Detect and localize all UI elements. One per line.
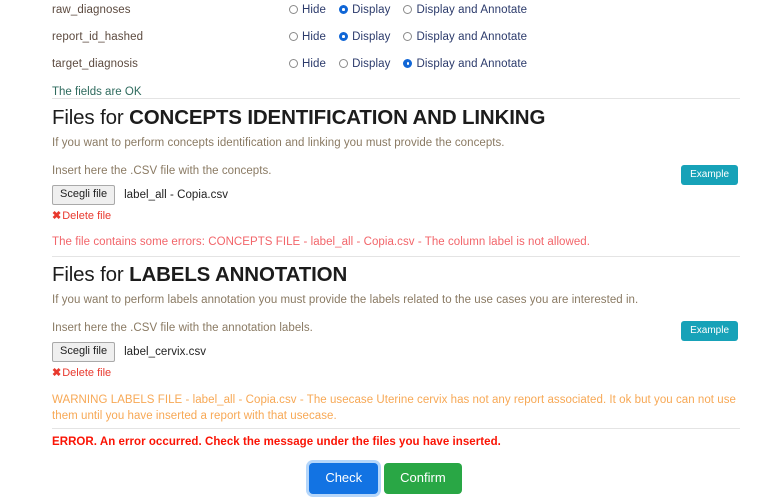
delete-file-label: Delete file xyxy=(62,366,112,379)
radio-option-display-and-annotate[interactable]: Display and Annotate xyxy=(403,31,527,43)
radio-label: Display xyxy=(352,30,391,43)
section-divider xyxy=(52,256,740,257)
delete-file-link[interactable]: ✖ Delete file xyxy=(0,366,771,380)
field-label: report_id_hashed xyxy=(52,30,144,43)
insert-file-label: Insert here the .CSV file with the conce… xyxy=(52,165,272,177)
radio-label: Hide xyxy=(302,57,327,70)
table-row: target_diagnosis Hide Display Display an… xyxy=(0,50,771,77)
footer-actions: Check Confirm xyxy=(0,463,771,494)
radio-indicator[interactable] xyxy=(339,5,349,14)
radio-option-hide[interactable]: Hide xyxy=(289,58,326,70)
table-row: report_id_hashed Hide Display Display an… xyxy=(0,23,771,50)
delete-file-label: Delete file xyxy=(62,209,112,222)
radio-label: Display and Annotate xyxy=(416,3,528,16)
radio-label: Hide xyxy=(302,3,327,16)
radio-label: Display and Annotate xyxy=(416,57,528,70)
labels-annotation-section: Files for LABELS ANNOTATION If you want … xyxy=(0,263,771,379)
table-row: raw_diagnoses Hide Display Display and A… xyxy=(0,0,771,23)
radio-option-display-and-annotate[interactable]: Display and Annotate xyxy=(403,4,527,16)
confirm-button[interactable]: Confirm xyxy=(384,463,462,494)
section-divider xyxy=(52,428,740,429)
radio-label: Display and Annotate xyxy=(416,30,528,43)
section-divider xyxy=(52,98,740,99)
section-description: If you want to perform labels annotation… xyxy=(52,294,639,306)
field-label: raw_diagnoses xyxy=(52,3,131,16)
radio-option-display-and-annotate[interactable]: Display and Annotate xyxy=(403,58,527,70)
radio-indicator[interactable] xyxy=(339,59,349,68)
delete-file-link[interactable]: ✖ Delete file xyxy=(0,209,771,223)
concepts-file-error-message: The file contains some errors: CONCEPTS … xyxy=(52,236,590,248)
insert-file-label: Insert here the .CSV file with the annot… xyxy=(52,322,313,334)
selected-file-name: label_cervix.csv xyxy=(124,346,207,358)
field-label: target_diagnosis xyxy=(52,57,138,70)
radio-indicator[interactable] xyxy=(339,32,349,41)
radio-group-raw-diagnoses: Hide Display Display and Annotate xyxy=(289,4,527,16)
radio-option-hide[interactable]: Hide xyxy=(289,4,326,16)
radio-label: Display xyxy=(352,57,391,70)
radio-indicator[interactable] xyxy=(289,5,298,14)
page-title: Files for LABELS ANNOTATION xyxy=(0,263,771,287)
section-title-prefix: Files for xyxy=(52,263,130,286)
section-title-main: LABELS ANNOTATION xyxy=(129,263,348,286)
radio-option-display[interactable]: Display xyxy=(339,4,390,16)
fields-status-message: The fields are OK xyxy=(52,86,142,98)
radio-option-display[interactable]: Display xyxy=(339,58,390,70)
x-mark-icon: ✖ xyxy=(52,367,62,379)
labels-file-input-row: Scegli file label_cervix.csv xyxy=(0,342,771,362)
choose-file-button[interactable]: Scegli file xyxy=(52,185,116,205)
choose-file-button[interactable]: Scegli file xyxy=(52,342,116,362)
radio-group-target-diagnosis: Hide Display Display and Annotate xyxy=(289,58,527,70)
radio-option-display[interactable]: Display xyxy=(339,31,390,43)
page-root: raw_diagnoses Hide Display Display and A… xyxy=(0,0,771,500)
radio-group-report-id-hashed: Hide Display Display and Annotate xyxy=(289,31,527,43)
example-button-labels[interactable]: Example xyxy=(681,321,738,341)
concepts-identification-section: Files for CONCEPTS IDENTIFICATION AND LI… xyxy=(0,106,771,222)
section-title-prefix: Files for xyxy=(52,106,130,129)
radio-indicator[interactable] xyxy=(403,59,413,68)
radio-indicator[interactable] xyxy=(289,32,298,41)
concepts-file-input-row: Scegli file label_all - Copia.csv xyxy=(0,185,771,205)
radio-option-hide[interactable]: Hide xyxy=(289,31,326,43)
radio-label: Display xyxy=(352,3,391,16)
radio-label: Hide xyxy=(302,30,327,43)
section-title-main: CONCEPTS IDENTIFICATION AND LINKING xyxy=(129,106,546,129)
global-error-message: ERROR. An error occurred. Check the mess… xyxy=(52,436,501,448)
page-title: Files for CONCEPTS IDENTIFICATION AND LI… xyxy=(0,106,771,130)
x-mark-icon: ✖ xyxy=(52,210,62,222)
example-button-concepts[interactable]: Example xyxy=(681,165,738,185)
fields-configuration-block: raw_diagnoses Hide Display Display and A… xyxy=(0,0,771,99)
labels-file-warning-message: WARNING LABELS FILE - label_all - Copia.… xyxy=(52,394,736,422)
radio-indicator[interactable] xyxy=(403,5,413,14)
radio-indicator[interactable] xyxy=(403,32,413,41)
check-button[interactable]: Check xyxy=(309,463,379,494)
radio-indicator[interactable] xyxy=(289,59,298,68)
selected-file-name: label_all - Copia.csv xyxy=(124,189,229,201)
section-description: If you want to perform concepts identifi… xyxy=(52,137,505,149)
